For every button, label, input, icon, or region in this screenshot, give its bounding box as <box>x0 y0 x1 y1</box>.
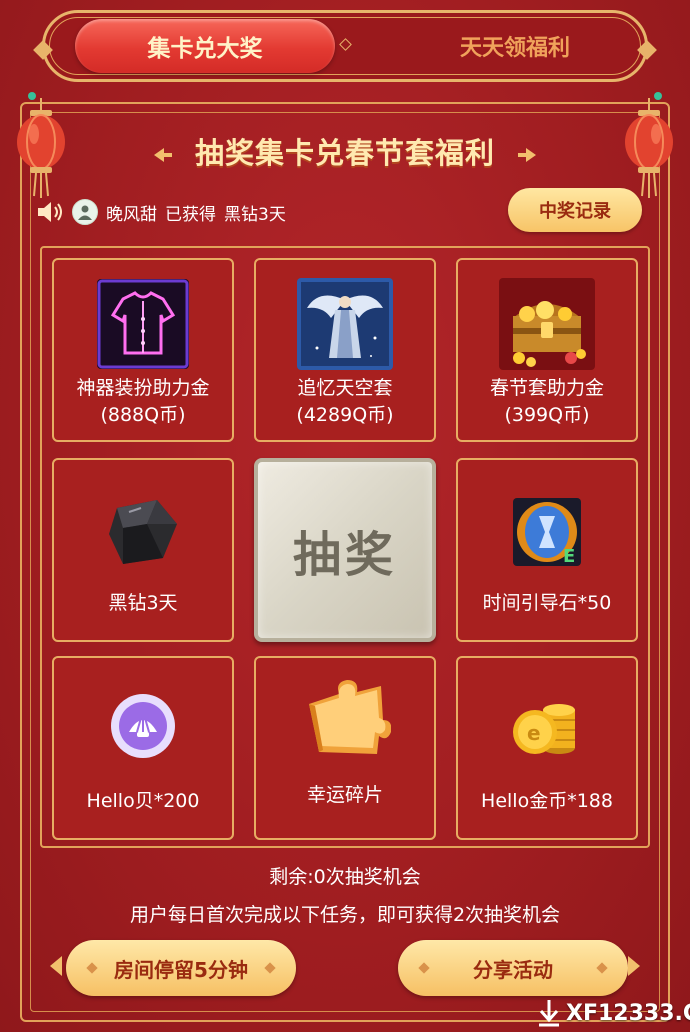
task-description: 用户每日首次完成以下任务，即可获得2次抽奖机会 <box>129 904 561 926</box>
prize-cell-hello-shell[interactable]: Hello贝*200 <box>52 656 234 840</box>
prize-cell-artifact-fund[interactable]: 神器装扮助力金 (888Q币) <box>52 258 234 442</box>
draw-button[interactable]: 抽奖 <box>254 458 436 642</box>
diamond-ornament-icon <box>596 962 608 974</box>
speaker-icon <box>38 202 62 222</box>
tab-collect-cards[interactable]: 集卡兑大奖 <box>75 19 335 73</box>
puzzle-piece-icon <box>297 674 393 766</box>
prize-record-button[interactable]: 中奖记录 <box>508 188 642 232</box>
page-background: 集卡兑大奖 天天领福利 抽奖集卡兑春节套福利 晚风甜 已获得 黑钻3天 中奖记录… <box>0 0 690 1032</box>
watermark: XF12333.CN <box>536 996 690 1030</box>
prize-label: 春节套助力金 <box>489 377 604 399</box>
tab-separator <box>339 38 352 51</box>
hourglass-stone-icon: E <box>499 486 595 578</box>
remaining-chances: 剩余:0次抽奖机会 <box>269 866 421 888</box>
black-diamond-icon <box>95 486 191 578</box>
tab-bar-left-ornament <box>33 40 53 60</box>
prize-label: Hello贝*200 <box>86 790 200 812</box>
prize-label: 幸运碎片 <box>306 784 383 806</box>
left-arrow-icon <box>50 956 62 976</box>
prize-cell-black-diamond[interactable]: 黑钻3天 <box>52 458 234 642</box>
prize-cell-sky-suit[interactable]: 追忆天空套 (4289Q币) <box>254 258 436 442</box>
task-share-button[interactable]: 分享活动 <box>398 940 628 996</box>
notice-prize: 黑钻3天 <box>224 204 286 225</box>
treasure-chest-icon <box>499 278 595 370</box>
watermark-text: XF12333.CN <box>566 1000 690 1026</box>
task-share-label: 分享活动 <box>473 957 553 982</box>
notice-user: 晚风甜 <box>106 204 157 225</box>
diamond-ornament-icon <box>86 962 98 974</box>
svg-text:e: e <box>527 721 541 745</box>
tab-bar: 集卡兑大奖 天天领福利 <box>33 10 657 82</box>
hello-shell-icon <box>95 680 191 772</box>
prize-label: 黑钻3天 <box>108 592 178 614</box>
diamond-ornament-icon <box>418 962 430 974</box>
download-arrow-icon <box>539 1000 559 1027</box>
winner-notice: 晚风甜 已获得 黑钻3天 <box>36 196 286 228</box>
prize-label: 神器装扮助力金 <box>76 377 210 399</box>
prize-cell-time-stone[interactable]: E 时间引导石*50 <box>456 458 638 642</box>
tab-bar-right-ornament <box>637 40 657 60</box>
prize-cell-lucky-fragment[interactable]: 幸运碎片 <box>254 656 436 840</box>
user-avatar-icon <box>78 205 92 220</box>
avatar <box>72 199 98 225</box>
prize-sublabel: (888Q币) <box>100 404 186 426</box>
prize-label: 时间引导石*50 <box>482 592 612 614</box>
task-stay-label: 房间停留5分钟 <box>114 957 248 982</box>
prize-label: 追忆天空套 <box>297 377 393 399</box>
title-right-ornament-icon <box>518 148 536 162</box>
angel-costume-icon <box>297 278 393 370</box>
tab-daily-welfare[interactable]: 天天领福利 <box>395 19 635 73</box>
right-arrow-icon <box>628 956 640 976</box>
prize-sublabel: (399Q币) <box>504 404 590 426</box>
page-title: 抽奖集卡兑春节套福利 <box>194 136 495 170</box>
prize-label: Hello金币*188 <box>481 790 613 812</box>
task-stay-room-button[interactable]: 房间停留5分钟 <box>66 940 296 996</box>
prize-cell-spring-fund[interactable]: 春节套助力金 (399Q币) <box>456 258 638 442</box>
neon-shirt-icon <box>95 278 191 370</box>
gold-coins-icon: e <box>499 680 595 772</box>
prize-sublabel: (4289Q币) <box>296 404 394 426</box>
notice-action: 已获得 <box>165 204 216 225</box>
prize-cell-hello-coins[interactable]: e Hello金币*188 <box>456 656 638 840</box>
diamond-ornament-icon <box>264 962 276 974</box>
svg-text:E: E <box>563 546 575 567</box>
